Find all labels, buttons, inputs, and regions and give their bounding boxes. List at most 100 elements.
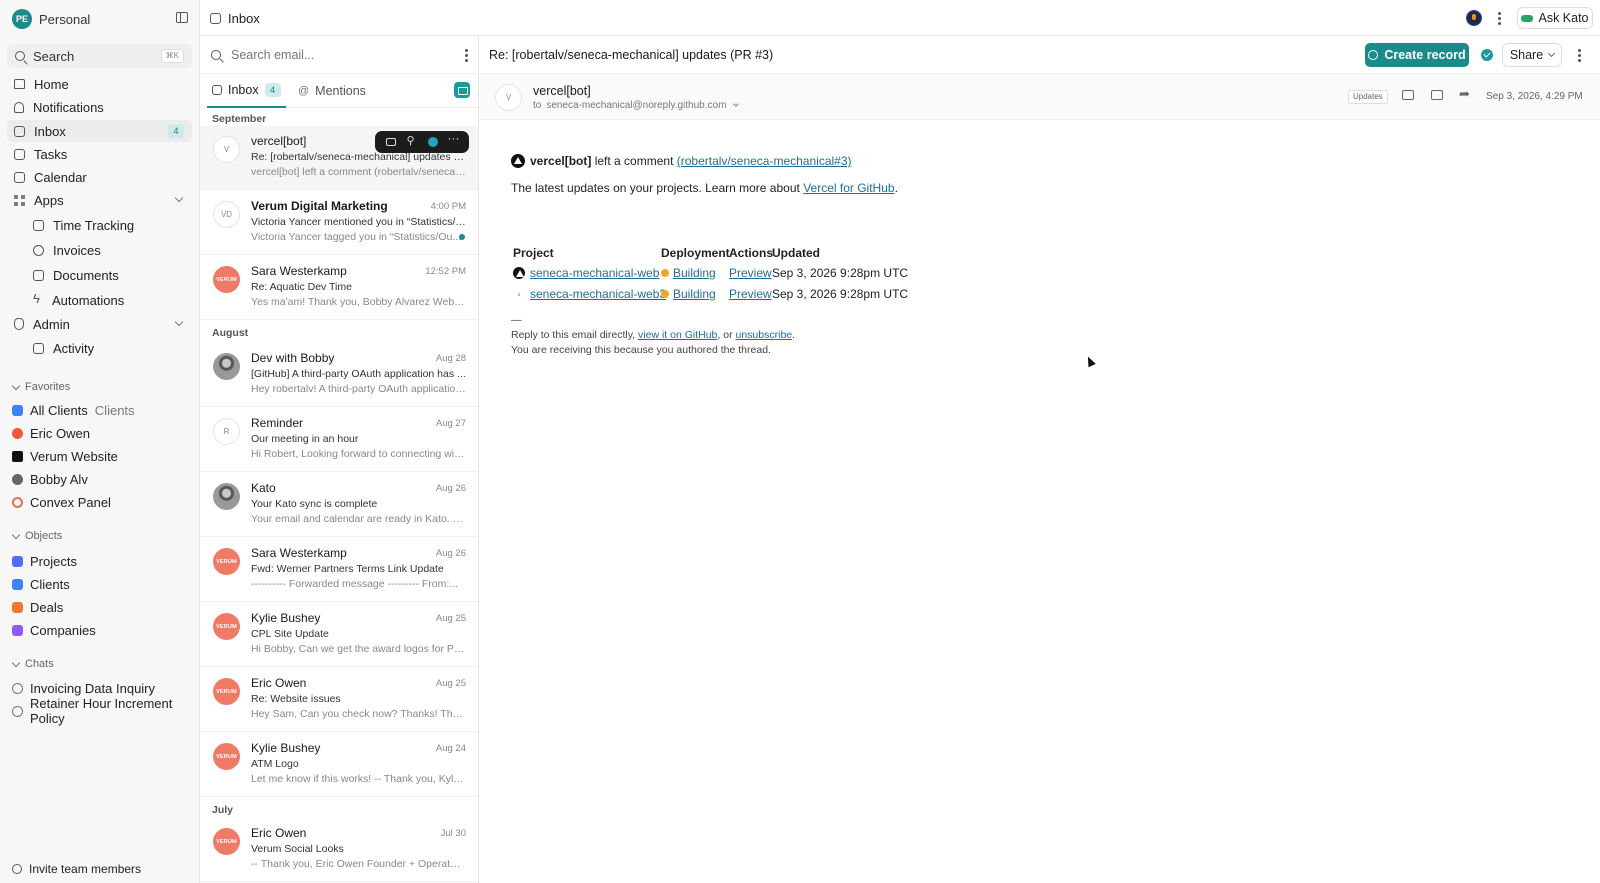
mail-preview: vercel[bot] left a comment (robertalv/se… xyxy=(251,166,466,178)
share-button[interactable]: Share xyxy=(1502,43,1562,67)
objects-header[interactable]: Objects xyxy=(11,530,62,542)
mark-unread-icon[interactable] xyxy=(1402,90,1414,100)
more-options-icon[interactable] xyxy=(1578,49,1581,62)
sidebar-search[interactable]: Search ⌘K xyxy=(7,44,192,68)
more-options-icon[interactable] xyxy=(1498,12,1501,25)
mail-item[interactable]: VD Verum Digital Marketing 4:00 PM Victo… xyxy=(200,191,478,255)
chevron-down-icon[interactable] xyxy=(174,317,184,327)
workspace-switcher[interactable]: PE Personal xyxy=(12,9,90,29)
pr-link[interactable]: (robertalv/seneca-mechanical#3) xyxy=(677,154,852,168)
sidebar-item-documents[interactable]: Documents xyxy=(26,264,192,286)
object-projects[interactable]: Projects xyxy=(12,550,192,572)
sidebar-item-calendar[interactable]: Calendar xyxy=(7,166,192,188)
object-companies[interactable]: Companies xyxy=(12,619,192,641)
mail-item[interactable]: VERUM Eric Owen Jul 30 Verum Social Look… xyxy=(200,818,478,882)
sidebar-item-invoices[interactable]: Invoices xyxy=(26,239,192,261)
mail-preview: Hey Sam, Can you check now? Thanks! Than… xyxy=(251,708,466,720)
vercel-logo-icon xyxy=(513,267,525,279)
email-sender[interactable]: vercel[bot] xyxy=(533,84,591,98)
favorite-verum-website[interactable]: Verum Website xyxy=(12,445,192,467)
mail-item[interactable]: VERUM Sara Westerkamp 12:52 PM Re: Aquat… xyxy=(200,256,478,320)
separator-dash: — xyxy=(511,314,522,326)
sidebar-toggle-icon[interactable] xyxy=(176,12,188,23)
chats-header[interactable]: Chats xyxy=(11,658,54,670)
mail-time: Aug 26 xyxy=(435,548,466,559)
object-clients[interactable]: Clients xyxy=(12,573,192,595)
view-on-github-link[interactable]: view it on GitHub xyxy=(638,329,717,341)
mail-list: Search email... Inbox 4 @ Mentions Septe… xyxy=(200,36,479,883)
mail-preview: Let me know if this works! -- Thank you,… xyxy=(251,773,466,785)
object-label: Companies xyxy=(30,622,96,638)
mail-item[interactable]: R Reminder Aug 27 Our meeting in an hour… xyxy=(200,408,478,472)
mail-item[interactable]: VERUM Eric Owen Aug 25 Re: Website issue… xyxy=(200,668,478,732)
create-record-button[interactable]: Create record xyxy=(1365,43,1469,67)
bolt-icon xyxy=(33,291,43,306)
group-label: September xyxy=(212,113,267,125)
project-link[interactable]: seneca-mechanical-web xyxy=(530,266,659,280)
top-bar: Inbox Ask Kato xyxy=(200,0,1600,36)
mail-preview: Your email and calendar are ready in Kat… xyxy=(251,513,466,525)
more-icon[interactable] xyxy=(448,131,460,147)
favorite-bobby-alv[interactable]: Bobby Alv xyxy=(12,468,192,490)
sidebar-item-tasks[interactable]: Tasks xyxy=(7,143,192,165)
mark-unread-icon[interactable] xyxy=(385,138,396,146)
project-link[interactable]: seneca-mechanical-web3 xyxy=(530,287,666,301)
mail-time: 12:52 PM xyxy=(425,266,466,277)
unsubscribe-link[interactable]: unsubscribe xyxy=(736,329,793,341)
verified-check-icon[interactable] xyxy=(1481,49,1493,61)
sidebar-item-apps[interactable]: Apps xyxy=(7,189,192,211)
mail-time: Aug 26 xyxy=(435,483,466,494)
chevron-down-icon[interactable] xyxy=(174,193,184,203)
mail-time: 4:00 PM xyxy=(430,201,466,212)
tab-mentions[interactable]: @ Mentions xyxy=(298,74,366,108)
avatar[interactable] xyxy=(1466,10,1482,26)
preview-link[interactable]: Preview xyxy=(729,266,772,280)
preview-link[interactable]: Preview xyxy=(729,287,772,301)
ask-kato-button[interactable]: Ask Kato xyxy=(1517,7,1593,29)
favorite-eric-owen[interactable]: Eric Owen xyxy=(12,422,192,444)
forward-icon[interactable]: ➦ xyxy=(1459,86,1470,102)
vercel-github-link[interactable]: Vercel for GitHub xyxy=(803,181,894,195)
shield-icon xyxy=(14,318,24,330)
status-link[interactable]: Building xyxy=(673,266,716,280)
email-search[interactable]: Search email... xyxy=(200,36,478,74)
sidebar-item-admin[interactable]: Admin xyxy=(7,313,192,335)
mail-item[interactable]: VERUM Kylie Bushey Aug 25 CPL Site Updat… xyxy=(200,603,478,667)
chat-retainer-hour-increment-policy[interactable]: Retainer Hour Increment Policy xyxy=(12,696,192,726)
verum-logo-icon xyxy=(12,450,23,462)
sidebar-item-notifications[interactable]: Notifications xyxy=(7,96,192,118)
archive-icon[interactable] xyxy=(1431,90,1443,100)
chat-icon xyxy=(12,705,23,717)
table-cell-status: Building xyxy=(661,287,716,301)
favorite-all-clients[interactable]: All Clients Clients xyxy=(12,399,192,421)
sidebar-item-automations[interactable]: Automations xyxy=(26,289,192,311)
pin-icon[interactable] xyxy=(407,134,417,147)
invite-team-button[interactable]: Invite team members xyxy=(12,862,141,876)
list-options-icon[interactable] xyxy=(465,49,468,62)
mail-time: Aug 25 xyxy=(435,613,466,624)
avatar: V xyxy=(213,136,240,163)
compose-icon[interactable] xyxy=(454,82,470,98)
tab-inbox[interactable]: Inbox 4 xyxy=(207,74,286,108)
mail-item[interactable]: VERUM Sara Westerkamp Aug 26 Fwd: Werner… xyxy=(200,538,478,602)
mail-item[interactable]: Kato Aug 26 Your Kato sync is complete Y… xyxy=(200,473,478,537)
email-recipients[interactable]: to seneca-mechanical@noreply.github.com xyxy=(533,100,740,111)
favorite-convex-panel[interactable]: Convex Panel xyxy=(12,491,192,513)
sidebar-item-home[interactable]: Home xyxy=(7,73,192,95)
avatar: VERUM xyxy=(213,828,240,855)
object-deals[interactable]: Deals xyxy=(12,596,192,618)
mail-subject: ATM Logo xyxy=(251,758,299,770)
sidebar-item-time-tracking[interactable]: Time Tracking xyxy=(26,214,192,236)
mail-item[interactable]: Dev with Bobby Aug 28 [GitHub] A third-p… xyxy=(200,343,478,407)
check-square-icon xyxy=(14,148,25,160)
favorites-header[interactable]: Favorites xyxy=(11,381,70,393)
sidebar-item-inbox[interactable]: Inbox 4 xyxy=(7,120,192,142)
companies-icon xyxy=(12,624,23,636)
search-shortcut: ⌘K xyxy=(160,49,184,63)
mail-item[interactable]: V vercel[bot] Re: [robertalv/seneca-mech… xyxy=(200,126,478,190)
done-check-icon[interactable] xyxy=(427,137,438,147)
sidebar-item-activity[interactable]: Activity xyxy=(26,337,192,359)
label-badge[interactable]: Updates xyxy=(1348,90,1388,104)
mail-item[interactable]: VERUM Kylie Bushey Aug 24 ATM Logo Let m… xyxy=(200,733,478,797)
status-link[interactable]: Building xyxy=(673,287,716,301)
